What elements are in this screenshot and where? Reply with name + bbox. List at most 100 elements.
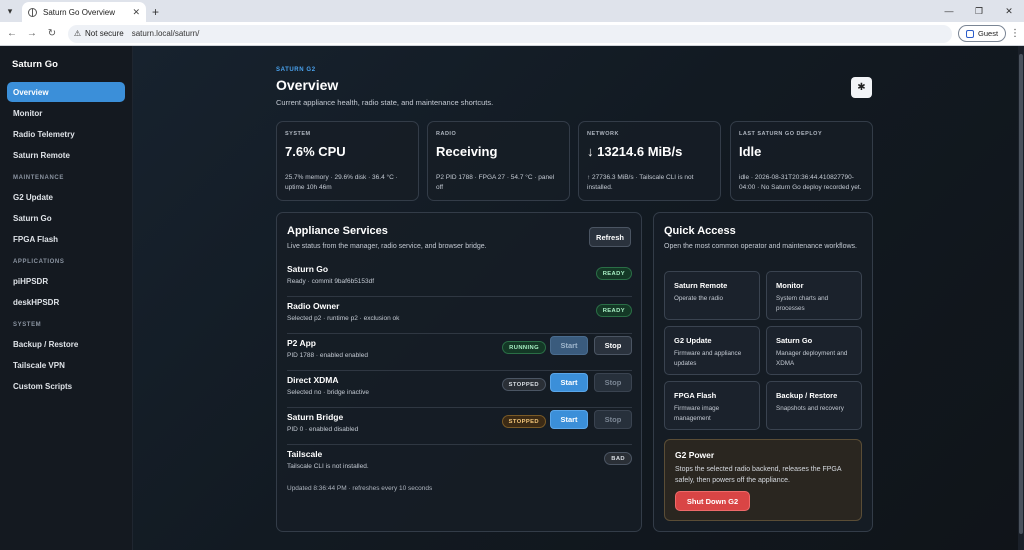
stat-value: Receiving [436,144,498,159]
close-window-icon[interactable]: ✕ [994,0,1024,22]
tile-title: Monitor [776,281,804,290]
stat-card-network: NETWORK ↓ 13214.6 MiB/s ↑ 27736.3 MiB/s … [578,121,721,201]
tab-search-icon[interactable]: ▾ [0,0,20,22]
warning-icon[interactable]: ⚠ [74,29,81,38]
sidebar-item-pihpsdr[interactable]: piHPSDR [7,271,125,291]
window-controls: — ❐ ✕ [934,0,1024,22]
globe-icon [28,7,37,17]
sidebar-item-saturn-remote[interactable]: Saturn Remote [7,145,125,165]
status-badge: STOPPED [501,415,546,428]
minimize-icon[interactable]: — [934,0,964,22]
sidebar-item-fpga-flash[interactable]: FPGA Flash [7,229,125,249]
service-row-radio-owner: Radio Owner Selected p2 · runtime p2 · e… [287,297,632,334]
service-desc: PID 1788 · enabled enabled [287,352,368,359]
tab-title: Saturn Go Overview [43,7,116,17]
stat-card-deploy: LAST SATURN GO DEPLOY Idle idle · 2026-0… [730,121,873,201]
sidebar-item-radio-telemetry[interactable]: Radio Telemetry [7,124,125,144]
sidebar-item-deskhpsdr[interactable]: deskHPSDR [7,292,125,312]
profile-button[interactable]: Guest [958,25,1007,42]
status-badge: STOPPED [501,378,546,391]
tile-title: Backup / Restore [776,391,838,400]
status-badge: RUNNING [502,341,546,354]
address-bar[interactable]: ⚠ Not secure saturn.local/saturn/ [67,24,953,43]
quick-access-subtitle: Open the most common operator and mainte… [664,243,857,250]
stop-button[interactable]: Stop [594,410,632,429]
forward-arrow-icon[interactable]: → [22,22,42,46]
tile-desc: Snapshots and recovery [776,405,844,412]
sidebar-section-system: SYSTEM [13,322,42,328]
service-name: Radio Owner [287,301,340,311]
service-name: Direct XDMA [287,375,339,385]
tile-desc: Firmware image management [674,405,720,422]
power-desc: Stops the selected radio backend, releas… [675,466,842,484]
status-badge: READY [595,304,632,317]
tile-title: G2 Update [674,336,712,345]
start-button[interactable]: Start [550,410,588,429]
tile-desc: Manager deployment and XDMA [776,350,848,367]
service-row-tailscale: Tailscale Tailscale CLI is not installed… [287,445,632,482]
quick-tile-saturn-go[interactable]: Saturn Go Manager deployment and XDMA [766,326,862,375]
quick-access-panel: Quick Access Open the most common operat… [653,212,873,532]
profile-icon [966,29,975,38]
sidebar-item-saturn-go[interactable]: Saturn Go [7,208,125,228]
sidebar: Saturn Go Overview Monitor Radio Telemet… [0,46,133,550]
browser-tab-strip: ▾ Saturn Go Overview ✕ + — ❐ ✕ [0,0,1024,22]
stat-detail: ↑ 27736.3 MiB/s · Tailscale CLI is not i… [587,174,694,191]
page-scrollbar[interactable] [1018,46,1024,550]
service-desc: Selected p2 · runtime p2 · exclusion ok [287,315,400,322]
stop-button[interactable]: Stop [594,336,632,355]
sidebar-section-maintenance: MAINTENANCE [13,175,64,181]
maximize-icon[interactable]: ❐ [964,0,994,22]
tile-title: Saturn Go [776,336,813,345]
sidebar-item-backup-restore[interactable]: Backup / Restore [7,334,125,354]
service-desc: Tailscale CLI is not installed. [287,463,369,470]
sidebar-item-custom-scripts[interactable]: Custom Scripts [7,376,125,396]
quick-tile-monitor[interactable]: Monitor System charts and processes [766,271,862,320]
services-title: Appliance Services [287,225,388,237]
tile-desc: Firmware and appliance updates [674,350,742,367]
status-badge: BAD [604,452,632,465]
browser-tab[interactable]: Saturn Go Overview ✕ [22,2,146,22]
stat-label: SYSTEM [285,131,311,137]
appliance-services-panel: Appliance Services Live status from the … [276,212,642,532]
close-tab-icon[interactable]: ✕ [132,7,140,18]
status-badge: READY [595,267,632,280]
new-tab-button[interactable]: + [152,2,159,22]
stat-label: LAST SATURN GO DEPLOY [739,131,823,137]
reload-icon[interactable]: ↻ [42,22,62,46]
stat-value: Idle [739,144,762,159]
stat-card-radio: RADIO Receiving P2 PID 1788 · FPGA 27 · … [427,121,570,201]
scrollbar-thumb[interactable] [1019,54,1023,534]
refresh-button[interactable]: Refresh [589,227,631,247]
security-label[interactable]: Not secure [85,29,124,38]
stop-button[interactable]: Stop [594,373,632,392]
services-subtitle: Live status from the manager, radio serv… [287,243,487,250]
profile-label: Guest [978,29,999,38]
stat-detail: idle · 2026-08-31T20:36:44.410827790-04:… [739,174,862,191]
sidebar-item-overview[interactable]: Overview [7,82,125,102]
service-desc: Selected no · bridge inactive [287,389,370,396]
quick-tile-backup-restore[interactable]: Backup / Restore Snapshots and recovery [766,381,862,430]
quick-tile-g2-update[interactable]: G2 Update Firmware and appliance updates [664,326,760,375]
sidebar-item-monitor[interactable]: Monitor [7,103,125,123]
sidebar-item-tailscale-vpn[interactable]: Tailscale VPN [7,355,125,375]
start-button[interactable]: Start [550,336,588,355]
stat-value: 7.6% CPU [285,144,346,159]
page-subtitle: Current appliance health, radio state, a… [276,98,494,107]
url-text[interactable]: saturn.local/saturn/ [132,29,200,38]
power-title: G2 Power [675,450,715,460]
back-arrow-icon[interactable]: ← [2,22,22,46]
shutdown-button[interactable]: Shut Down G2 [675,491,750,511]
sidebar-item-g2-update[interactable]: G2 Update [7,187,125,207]
theme-toggle-button[interactable]: ✱ [851,77,872,98]
tile-title: FPGA Flash [674,391,717,400]
tile-desc: System charts and processes [776,295,829,312]
start-button[interactable]: Start [550,373,588,392]
browser-toolbar: ← → ↻ ⚠ Not secure saturn.local/saturn/ … [0,22,1024,46]
brand-title: Saturn Go [12,59,58,70]
stat-card-system: SYSTEM 7.6% CPU 25.7% memory · 29.6% dis… [276,121,419,201]
service-row-saturn-bridge: Saturn Bridge PID 0 · enabled disabled S… [287,408,632,445]
menu-kebab-icon[interactable]: ⋮ [1006,28,1024,39]
quick-tile-saturn-remote[interactable]: Saturn Remote Operate the radio [664,271,760,320]
quick-tile-fpga-flash[interactable]: FPGA Flash Firmware image management [664,381,760,430]
